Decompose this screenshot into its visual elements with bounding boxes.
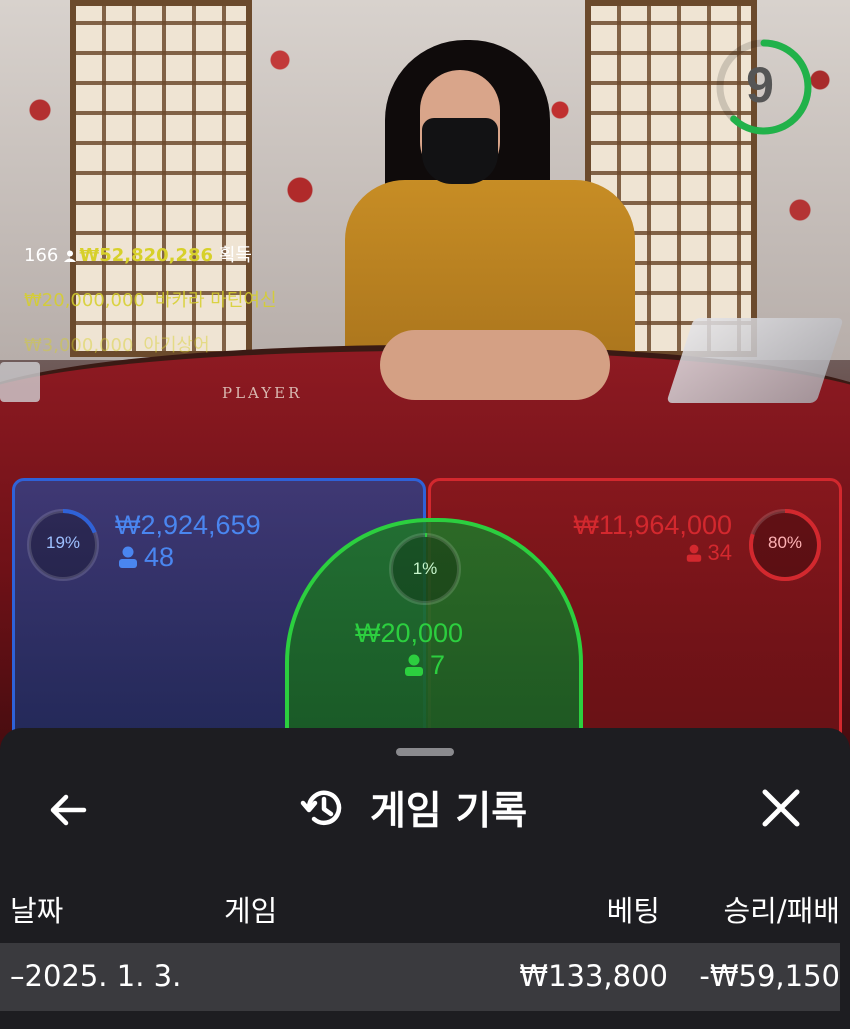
winner-total-amount: ₩52,820,286 — [79, 245, 214, 266]
sheet-drag-handle[interactable] — [396, 748, 454, 756]
column-header-win-loss: 승리/패배 — [723, 894, 841, 928]
row-win-loss: -₩59,150 — [699, 959, 840, 993]
winner-count: 166 — [24, 245, 59, 266]
winners-summary: 166 ₩52,820,286 획득 — [24, 244, 277, 267]
game-history-sheet: 게임 기록 날짜 게임 베팅 승리/패배 –2025. 1. 3. ₩133,8… — [0, 728, 850, 1029]
back-arrow-icon[interactable] — [44, 786, 92, 834]
sheet-title-text: 게임 기록 — [370, 789, 528, 834]
countdown-timer-value: 9 — [746, 57, 774, 113]
winner-name: 바카라 마틴여신 — [154, 290, 277, 311]
winner-entry: ₩20,000,000 바카라 마틴여신 — [24, 289, 277, 312]
winners-ticker: 166 ₩52,820,286 획득 ₩20,000,000 바카라 마틴여신 ₩3… — [24, 244, 277, 379]
history-table-header: 날짜 게임 베팅 승리/패배 — [0, 882, 850, 932]
row-date: –2025. 1. 3. — [10, 959, 182, 993]
person-icon — [64, 250, 77, 262]
dealer-arms — [380, 330, 610, 400]
banker-percent-label: 80% — [767, 533, 803, 552]
tie-percent-label: 1% — [412, 559, 438, 578]
column-header-game: 게임 — [224, 894, 278, 928]
row-bet: ₩133,800 — [519, 959, 668, 993]
tie-bet-amount: ₩20,000 — [355, 618, 464, 648]
player-bet-amount: ₩2,924,659 — [115, 510, 261, 540]
column-header-bet: 베팅 — [606, 894, 660, 928]
player-percent-label: 19% — [45, 533, 81, 552]
winner-amount: ₩20,000,000 — [24, 290, 145, 311]
close-icon[interactable] — [755, 782, 807, 834]
banker-bet-count-value: 34 — [707, 540, 732, 565]
player-bet-count-value: 48 — [144, 542, 175, 572]
winner-amount: ₩3,000,000 — [24, 335, 134, 356]
table-row[interactable]: –2025. 1. 3. ₩133,800 -₩59,150 — [0, 943, 840, 1011]
person-icon — [686, 544, 701, 562]
person-icon — [405, 654, 423, 676]
banker-bet-amount: ₩11,964,000 — [573, 510, 732, 540]
player-bet-count: 48 — [118, 542, 174, 573]
sheet-title: 게임 기록 — [300, 778, 527, 838]
banker-bet-count: 34 — [686, 540, 732, 566]
column-header-date: 날짜 — [10, 894, 64, 928]
dealer-mask — [422, 118, 498, 184]
winner-entry: ₩3,000,000 아기상어 — [24, 334, 277, 357]
card-shoe — [666, 318, 844, 403]
tie-bet-count-value: 7 — [430, 650, 446, 680]
tie-bet-count: 7 — [404, 650, 445, 681]
person-icon — [119, 546, 137, 568]
winner-total-suffix: 획득 — [218, 245, 252, 266]
table-player-print: PLAYER — [222, 384, 303, 402]
history-icon — [300, 790, 342, 825]
winner-name: 아기상어 — [143, 335, 210, 356]
